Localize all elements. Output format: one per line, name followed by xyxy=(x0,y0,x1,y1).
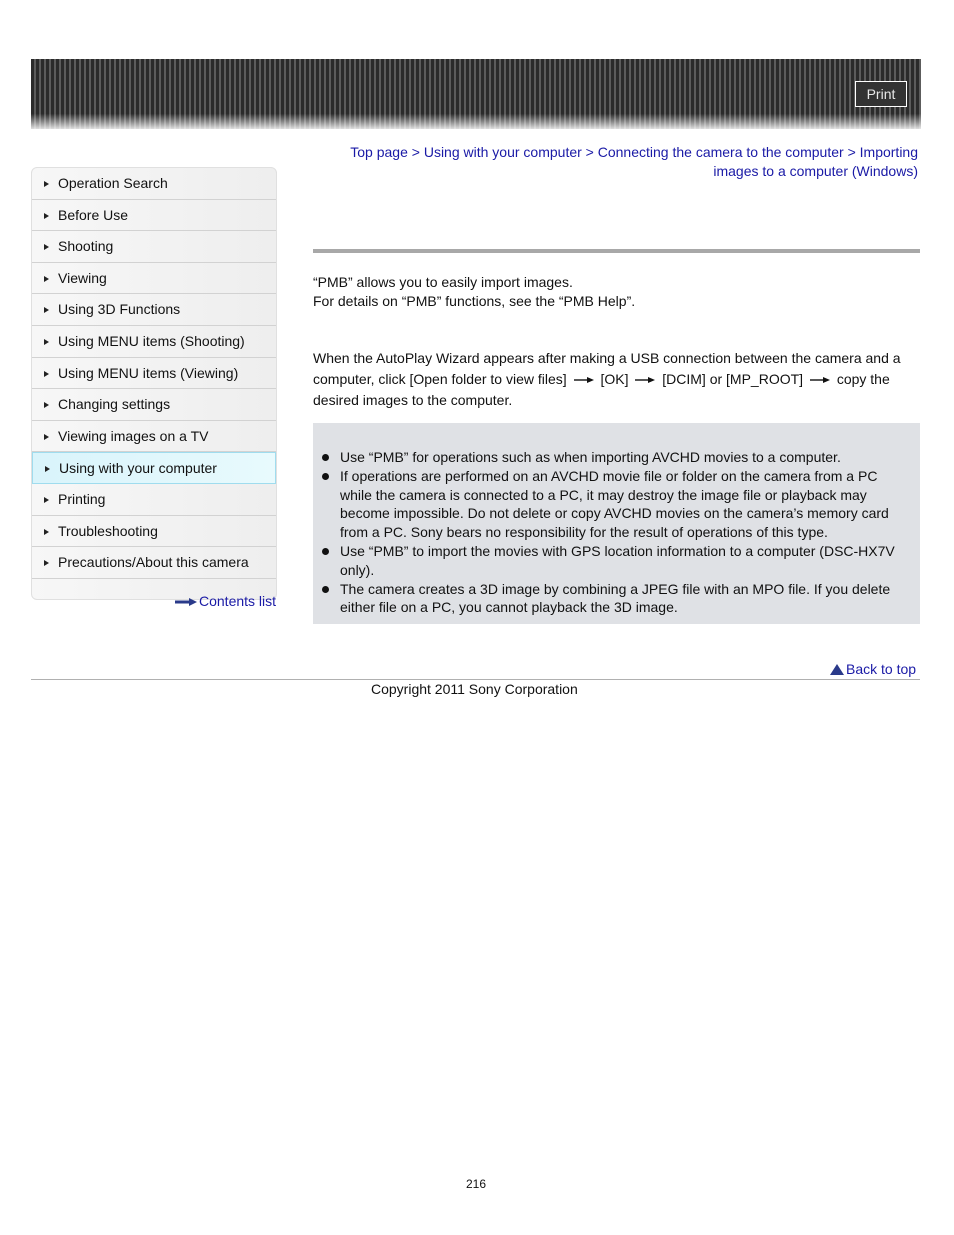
sidebar-item-label: Viewing xyxy=(58,269,107,286)
sidebar-item-label: Changing settings xyxy=(58,396,171,413)
sidebar-item-label: Before Use xyxy=(58,206,129,223)
sidebar-item-menu-viewing[interactable]: Using MENU items (Viewing) xyxy=(32,358,276,390)
notes-box: Use “PMB” for operations such as when im… xyxy=(313,423,920,624)
triangle-right-icon xyxy=(45,466,50,473)
arrow-right-icon xyxy=(635,377,656,384)
triangle-right-icon xyxy=(44,496,49,503)
breadcrumb-separator: > xyxy=(585,144,594,160)
triangle-right-icon xyxy=(44,212,49,219)
sidebar-item-viewing[interactable]: Viewing xyxy=(32,263,276,295)
sidebar-item-shooting[interactable]: Shooting xyxy=(32,231,276,263)
contents-list-link[interactable]: Contents list xyxy=(175,593,276,609)
breadcrumb-connecting-camera[interactable]: Connecting the camera to the computer xyxy=(598,144,844,160)
notes-list: Use “PMB” for operations such as when im… xyxy=(313,448,900,617)
note-item: Use “PMB” to import the movies with GPS … xyxy=(313,542,900,580)
triangle-right-icon xyxy=(44,244,49,251)
intro-paragraph: “PMB” allows you to easily import images… xyxy=(313,273,635,311)
arrow-right-icon xyxy=(175,598,197,607)
header-banner xyxy=(31,59,921,129)
sidebar-item-label: Troubleshooting xyxy=(58,522,158,539)
step-dcim: [DCIM] or [MP_ROOT] xyxy=(662,371,804,387)
sidebar-item-troubleshooting[interactable]: Troubleshooting xyxy=(32,516,276,548)
breadcrumb-using-with-computer[interactable]: Using with your computer xyxy=(424,144,582,160)
sidebar-item-label: Precautions/About this camera xyxy=(58,554,249,571)
note-item: The camera creates a 3D image by combini… xyxy=(313,580,900,618)
note-text: If operations are performed on an AVCHD … xyxy=(340,467,889,541)
back-to-top-link[interactable]: Back to top xyxy=(830,661,916,677)
note-text: Use “PMB” to import the movies with GPS … xyxy=(340,542,895,578)
step-ok: [OK] xyxy=(600,371,629,387)
note-text: Use “PMB” for operations such as when im… xyxy=(340,449,841,465)
bullet-icon xyxy=(322,547,329,555)
triangle-right-icon xyxy=(44,307,49,314)
triangle-right-icon xyxy=(44,275,49,282)
contents-list-label: Contents list xyxy=(199,593,277,609)
sidebar-item-3d-functions[interactable]: Using 3D Functions xyxy=(32,294,276,326)
sidebar-item-precautions[interactable]: Precautions/About this camera xyxy=(32,547,276,579)
steps-paragraph: When the AutoPlay Wizard appears after m… xyxy=(313,348,913,411)
sidebar-item-label: Viewing images on a TV xyxy=(58,427,209,444)
sidebar-item-changing-settings[interactable]: Changing settings xyxy=(32,389,276,421)
sidebar-item-label: Printing xyxy=(58,490,106,507)
breadcrumb: Top page > Using with your computer > Co… xyxy=(320,143,918,181)
sidebar-item-label: Using MENU items (Viewing) xyxy=(58,364,239,381)
breadcrumb-separator: > xyxy=(411,144,420,160)
bullet-icon xyxy=(322,454,329,461)
breadcrumb-top-page[interactable]: Top page xyxy=(350,144,408,160)
intro-line-2: For details on “PMB” functions, see the … xyxy=(313,293,636,309)
title-divider xyxy=(313,249,920,253)
triangle-right-icon xyxy=(44,528,49,535)
breadcrumb-separator: > xyxy=(847,144,856,160)
back-to-top-label: Back to top xyxy=(846,661,917,677)
triangle-right-icon xyxy=(44,181,49,187)
sidebar-item-label: Operation Search xyxy=(58,175,168,191)
triangle-right-icon xyxy=(44,338,49,345)
triangle-up-icon xyxy=(830,664,844,675)
arrow-right-icon xyxy=(809,377,830,384)
arrow-right-icon xyxy=(573,377,594,384)
triangle-right-icon xyxy=(44,433,49,440)
bullet-icon xyxy=(322,472,329,480)
triangle-right-icon xyxy=(44,370,49,377)
footer-divider xyxy=(31,679,920,680)
triangle-right-icon xyxy=(44,402,49,409)
sidebar-item-label: Using with your computer xyxy=(59,460,217,477)
triangle-right-icon xyxy=(44,560,49,567)
sidebar-item-label: Using MENU items (Shooting) xyxy=(58,332,245,349)
sidebar-item-viewing-on-tv[interactable]: Viewing images on a TV xyxy=(32,421,276,453)
sidebar-item-label: Shooting xyxy=(58,238,114,255)
note-item: Use “PMB” for operations such as when im… xyxy=(313,448,900,467)
copyright-text: Copyright 2011 Sony Corporation xyxy=(371,681,578,697)
sidebar-item-before-use[interactable]: Before Use xyxy=(32,200,276,232)
sidebar-item-label: Using 3D Functions xyxy=(58,301,181,318)
print-button[interactable]: Print xyxy=(855,81,907,107)
bullet-icon xyxy=(322,585,329,593)
note-text: The camera creates a 3D image by combini… xyxy=(340,580,891,616)
sidebar-item-operation-search[interactable]: Operation Search xyxy=(32,168,276,200)
sidebar-item-menu-shooting[interactable]: Using MENU items (Shooting) xyxy=(32,326,276,358)
note-item: If operations are performed on an AVCHD … xyxy=(313,467,900,542)
sidebar-nav: Operation Search Before Use Shooting Vie… xyxy=(31,167,277,600)
sidebar-item-using-with-computer[interactable]: Using with your computer xyxy=(32,452,276,484)
sidebar-item-printing[interactable]: Printing xyxy=(32,484,276,516)
intro-line-1: “PMB” allows you to easily import images… xyxy=(313,274,573,290)
page-number: 216 xyxy=(466,1177,487,1191)
